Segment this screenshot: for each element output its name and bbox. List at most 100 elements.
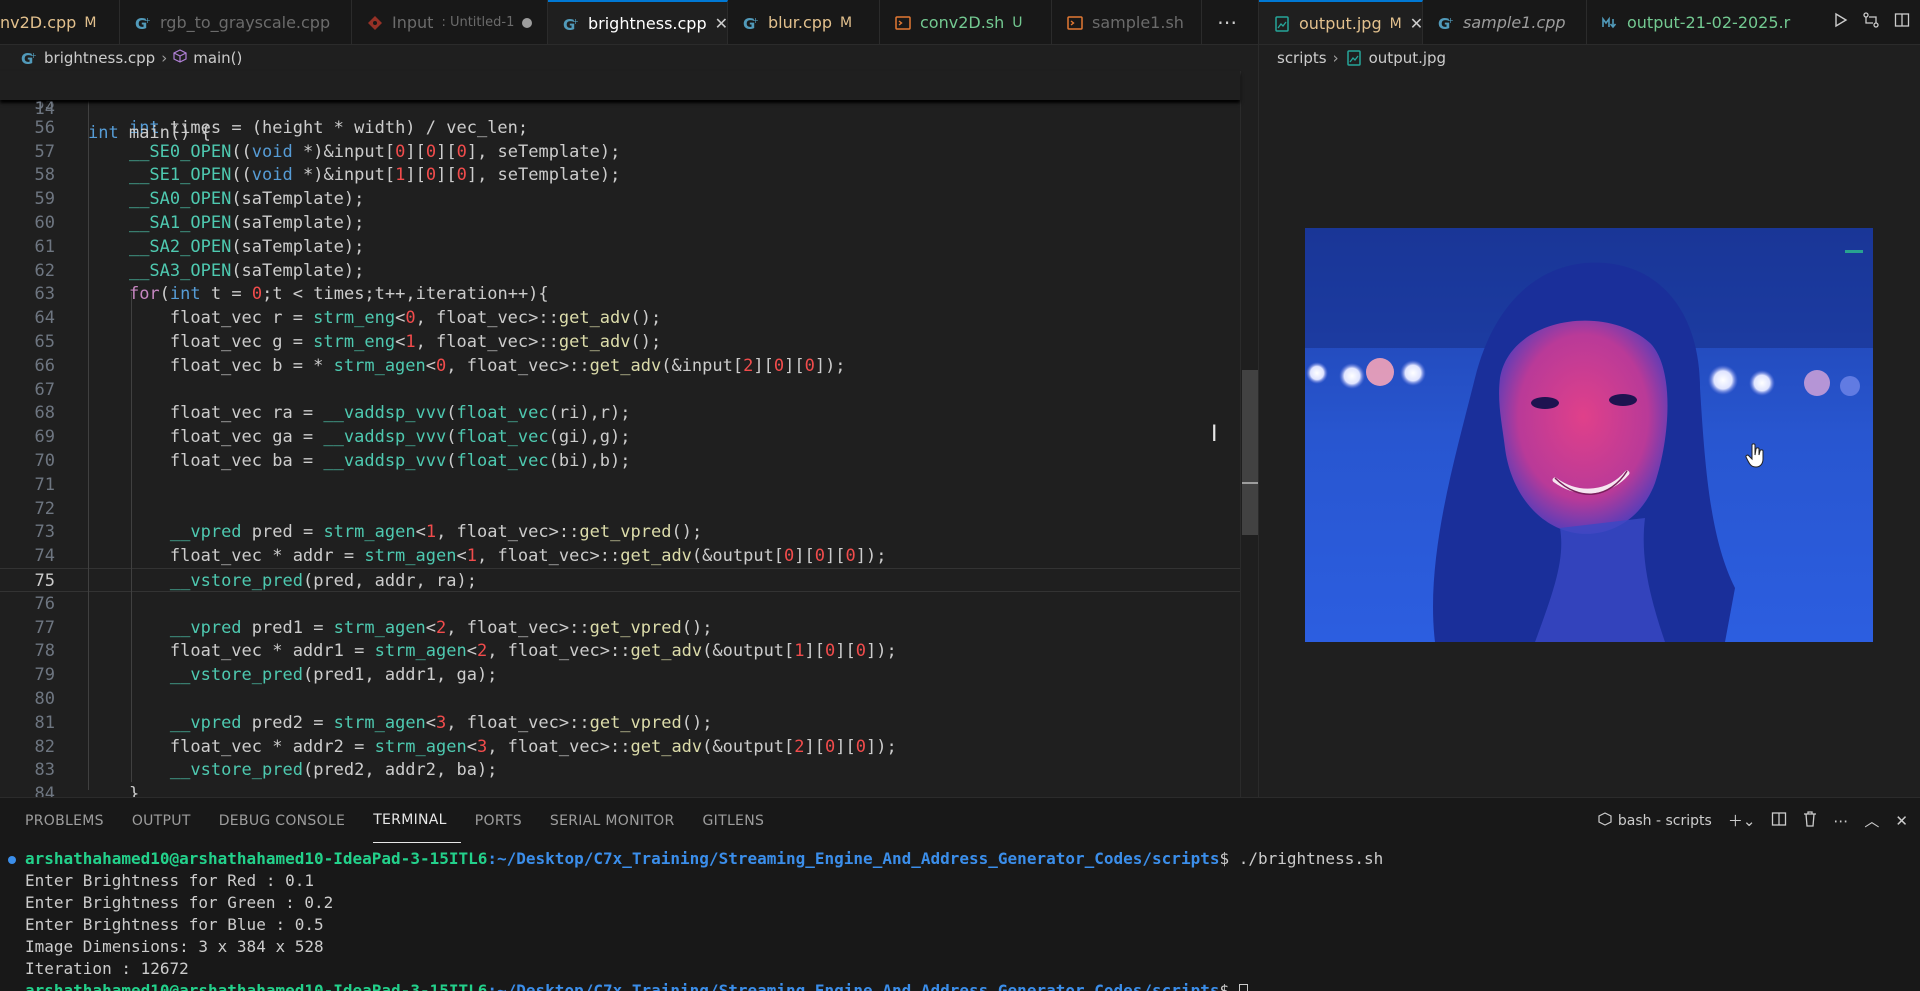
- code-line[interactable]: 81 __vpred pred2 = strm_agen<3, float_ve…: [0, 711, 1240, 735]
- viewer-actions: [1824, 0, 1920, 44]
- line-number: 14: [34, 99, 55, 119]
- breadcrumb-symbol[interactable]: main(): [193, 49, 242, 67]
- line-number: 69: [34, 427, 55, 448]
- tab-sample1-cpp[interactable]: G + sample1.cpp: [1423, 0, 1587, 44]
- panel-tab-problems[interactable]: PROBLEMS: [25, 798, 118, 843]
- scrollbar-thumb[interactable]: [1242, 370, 1258, 535]
- code-line[interactable]: 79 __vstore_pred(pred1, addr1, ga);: [0, 663, 1240, 687]
- split-editor-icon[interactable]: [1894, 12, 1910, 32]
- close-panel-icon[interactable]: ✕: [1895, 812, 1908, 830]
- tab-output-jpg[interactable]: output.jpg M ✕: [1259, 0, 1423, 44]
- maximize-panel-icon[interactable]: ︿: [1864, 810, 1879, 831]
- line-number: 63: [34, 284, 55, 305]
- image-icon: [1345, 49, 1363, 67]
- panel-tab-gitlens[interactable]: GITLENS: [703, 798, 779, 843]
- editor-group-divider[interactable]: [1258, 0, 1259, 797]
- code-line[interactable]: 65 float_vec g = strm_eng<1, float_vec>:…: [0, 330, 1240, 354]
- untracked-badge: U: [1012, 14, 1023, 31]
- code-line[interactable]: 83 __vstore_pred(pred2, addr2, ba);: [0, 758, 1240, 782]
- code-line[interactable]: 74 float_vec * addr = strm_agen<1, float…: [0, 544, 1240, 568]
- code-line[interactable]: 75 __vstore_pred(pred, addr, ra);: [0, 568, 1240, 592]
- panel-tab-terminal[interactable]: TERMINAL: [373, 798, 461, 843]
- panel-tab-debug-console[interactable]: DEBUG CONSOLE: [219, 798, 360, 843]
- code-line[interactable]: 84 }: [0, 782, 1240, 797]
- bottom-panel: PROBLEMS OUTPUT DEBUG CONSOLE TERMINAL P…: [0, 797, 1920, 991]
- panel-actions: bash - scripts ＋⌄ ⋯ ︿ ✕: [1598, 798, 1908, 843]
- output-image-preview[interactable]: [1305, 228, 1873, 642]
- tab-label: sample1.sh: [1092, 13, 1184, 32]
- panel-tab-ports[interactable]: PORTS: [475, 798, 536, 843]
- code-line-text: __SA3_OPEN(saTemplate);: [128, 260, 365, 281]
- more-actions-icon[interactable]: ⋯: [1833, 812, 1848, 830]
- tab-conv2d-cpp[interactable]: nv2D.cpp M: [0, 0, 120, 44]
- code-line[interactable]: 78 float_vec * addr1 = strm_agen<2, floa…: [0, 639, 1240, 663]
- tab-sample1-sh[interactable]: sample1.sh: [1052, 0, 1202, 44]
- code-line[interactable]: 60 __SA1_OPEN(saTemplate);: [0, 211, 1240, 235]
- line-number: 79: [34, 665, 55, 686]
- code-line[interactable]: 77 __vpred pred1 = strm_agen<2, float_ve…: [0, 616, 1240, 640]
- line-number: 75: [34, 571, 55, 591]
- code-line[interactable]: 58 __SE1_OPEN((void *)&input[1][0][0], s…: [0, 163, 1240, 187]
- code-line[interactable]: 70 float_vec ba = __vaddsp_vvv(float_vec…: [0, 449, 1240, 473]
- code-line[interactable]: 66 float_vec b = * strm_agen<0, float_ve…: [0, 354, 1240, 378]
- indent-guide: [131, 292, 132, 782]
- tab-label: rgb_to_grayscale.cpp: [160, 13, 331, 32]
- tab-blur-cpp[interactable]: G + blur.cpp M: [728, 0, 880, 44]
- split-terminal-icon[interactable]: [1771, 811, 1787, 831]
- panel-tab-serial-monitor[interactable]: SERIAL MONITOR: [550, 798, 689, 843]
- unsaved-dot-icon[interactable]: [522, 17, 533, 28]
- code-line[interactable]: 67: [0, 378, 1240, 402]
- code-line[interactable]: 68 float_vec ra = __vaddsp_vvv(float_vec…: [0, 401, 1240, 425]
- code-line[interactable]: 80: [0, 687, 1240, 711]
- code-editor[interactable]: 55 56 int times = (height * width) / vec_…: [0, 100, 1240, 797]
- code-line[interactable]: 62 __SA3_OPEN(saTemplate);: [0, 259, 1240, 283]
- tab-conv2d-sh[interactable]: conv2D.sh U: [880, 0, 1052, 44]
- sticky-scroll-header[interactable]: 14 int main() {: [0, 71, 1240, 143]
- scrollbar-cursor-marker: [1242, 482, 1258, 484]
- new-terminal-icon[interactable]: ＋⌄: [1728, 810, 1756, 831]
- line-number: 62: [34, 260, 55, 281]
- tab-input-untitled[interactable]: Input : Untitled-1: [352, 0, 548, 44]
- line-number: 78: [34, 641, 55, 662]
- breadcrumb-file[interactable]: brightness.cpp: [44, 49, 155, 67]
- tab-rgb-to-grayscale[interactable]: G + rgb_to_grayscale.cpp: [120, 0, 352, 44]
- code-line-text: __vpred pred = strm_agen<1, float_vec>::…: [169, 522, 703, 543]
- panel-tab-output[interactable]: OUTPUT: [132, 798, 205, 843]
- more-tabs-button[interactable]: ⋯: [1202, 0, 1252, 44]
- line-number: 64: [34, 308, 55, 329]
- line-number: 77: [34, 617, 55, 638]
- git-icon: [366, 14, 384, 32]
- run-icon[interactable]: [1834, 12, 1848, 32]
- line-number: 71: [34, 474, 55, 495]
- code-line[interactable]: 76: [0, 592, 1240, 616]
- tab-output-markdown[interactable]: output-21-02-2025.r: [1587, 0, 1790, 44]
- breadcrumb-folder[interactable]: scripts: [1277, 49, 1327, 67]
- code-line[interactable]: 69 float_vec ga = __vaddsp_vvv(float_vec…: [0, 425, 1240, 449]
- code-line[interactable]: 64 float_vec r = strm_eng<0, float_vec>:…: [0, 306, 1240, 330]
- compare-changes-icon[interactable]: [1862, 11, 1880, 33]
- terminal-output[interactable]: arshathahamed10@arshathahamed10-IdeaPad-…: [0, 848, 1920, 991]
- code-line[interactable]: 82 float_vec * addr2 = strm_agen<3, floa…: [0, 735, 1240, 759]
- line-number: 65: [34, 332, 55, 352]
- code-line[interactable]: 63 for(int t = 0;t < times;t++,iteration…: [0, 282, 1240, 306]
- tab-label: sample1.cpp: [1463, 13, 1566, 32]
- trash-icon[interactable]: [1803, 810, 1817, 831]
- cpp-icon: G +: [20, 49, 38, 67]
- code-line[interactable]: 59 __SA0_OPEN(saTemplate);: [0, 187, 1240, 211]
- code-line[interactable]: 61 __SA2_OPEN(saTemplate);: [0, 235, 1240, 259]
- terminal-shell-selector[interactable]: bash - scripts: [1598, 811, 1712, 830]
- line-number: 83: [34, 760, 55, 781]
- code-line[interactable]: 73 __vpred pred = strm_agen<1, float_vec…: [0, 520, 1240, 544]
- code-line[interactable]: 55: [0, 100, 1240, 116]
- svg-text:+: +: [752, 16, 759, 25]
- line-number: 60: [34, 213, 55, 233]
- line-number: 74: [34, 546, 55, 567]
- code-line-text: float_vec ra = __vaddsp_vvv(float_vec(ri…: [88, 403, 631, 424]
- breadcrumb-file[interactable]: output.jpg: [1369, 49, 1446, 67]
- tab-brightness-cpp[interactable]: G + brightness.cpp ✕: [548, 0, 728, 44]
- code-line[interactable]: 72: [0, 497, 1240, 521]
- close-icon[interactable]: ✕: [1410, 14, 1423, 33]
- code-line[interactable]: 71: [0, 473, 1240, 497]
- close-icon[interactable]: ✕: [715, 14, 728, 33]
- tab-label: output-21-02-2025.r: [1627, 13, 1791, 32]
